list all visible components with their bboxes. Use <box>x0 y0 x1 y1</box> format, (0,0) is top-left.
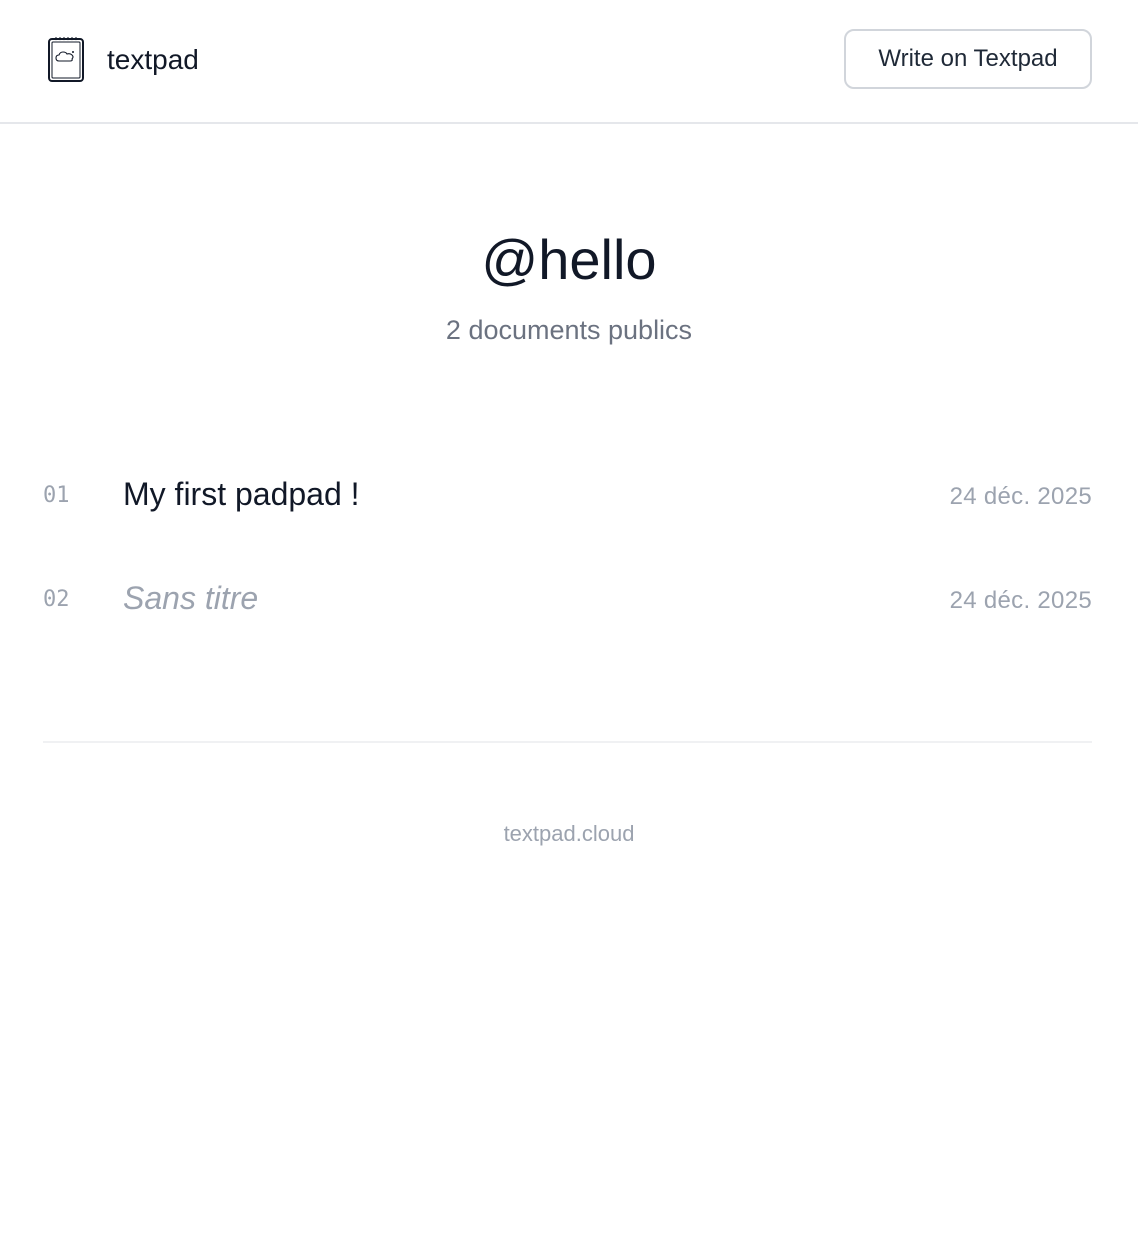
document-row[interactable]: 01 My first padpad ! 24 déc. 2025 <box>43 464 1092 524</box>
divider <box>43 741 1092 743</box>
footer-domain[interactable]: textpad.cloud <box>0 820 1138 848</box>
top-header: textpad Write on Textpad <box>0 0 1138 124</box>
documents-count: 2 documents publics <box>445 315 693 345</box>
document-title[interactable]: My first padpad ! <box>123 474 360 514</box>
document-row[interactable]: 02 Sans titre 24 déc. 2025 <box>43 568 1092 628</box>
document-date: 24 déc. 2025 <box>949 587 1092 614</box>
document-number: 02 <box>43 587 70 612</box>
document-date: 24 déc. 2025 <box>949 483 1092 510</box>
document-title[interactable]: Sans titre <box>123 578 258 618</box>
document-number: 01 <box>43 483 70 508</box>
write-on-textpad-button[interactable]: Write on Textpad <box>844 29 1092 89</box>
notepad-icon[interactable] <box>46 34 86 84</box>
profile-username: @hello <box>481 228 657 291</box>
logo-text[interactable]: textpad <box>107 42 199 78</box>
